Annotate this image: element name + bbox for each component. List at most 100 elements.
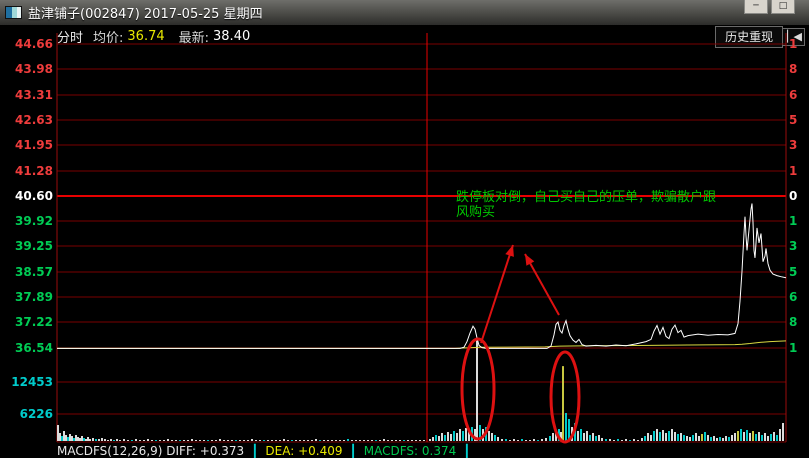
volume-bar xyxy=(656,429,658,441)
right-axis-label: 0 xyxy=(789,189,797,203)
right-axis-label: 6 xyxy=(789,290,797,304)
volume-bar xyxy=(641,438,643,441)
volume-bar xyxy=(743,432,745,441)
volume-bar xyxy=(89,439,91,441)
volume-bar xyxy=(698,436,700,441)
volume-bar xyxy=(668,431,670,441)
volume-bar xyxy=(339,440,341,441)
volume-bar xyxy=(453,431,455,441)
left-axis-label: 43.31 xyxy=(15,88,53,102)
volume-bar xyxy=(59,433,61,441)
average-price-line xyxy=(57,340,787,349)
volume-bar xyxy=(263,440,265,441)
volume-bar xyxy=(637,440,639,441)
volume-bar xyxy=(275,440,277,441)
left-axis-label: 37.89 xyxy=(15,290,53,304)
volume-bar xyxy=(647,433,649,441)
volume-bar xyxy=(291,440,293,441)
volume-bar xyxy=(98,439,100,441)
volume-bar xyxy=(764,433,766,441)
volume-bar xyxy=(75,435,77,441)
volume-bar xyxy=(65,435,67,441)
macdfs-text: MACDFS: 0.374 xyxy=(363,444,457,458)
dea-text: DEA: +0.409 xyxy=(265,444,343,458)
volume-bar xyxy=(151,440,153,441)
volume-bar xyxy=(513,439,515,441)
volume-bar xyxy=(509,440,511,441)
left-axis-label: 41.28 xyxy=(15,164,53,178)
volume-bar xyxy=(671,429,673,441)
timeshare-chart[interactable]: 44.66 43.98 43.31 42.63 41.95 41.28 40.60 39.92… xyxy=(0,0,809,454)
left-axis-label: 37.22 xyxy=(15,315,53,329)
volume-bar xyxy=(327,440,329,441)
volume-bar xyxy=(347,439,349,441)
volume-bar xyxy=(267,440,269,441)
volume-bar xyxy=(710,437,712,441)
volume-bar xyxy=(419,440,421,441)
volume-bar xyxy=(307,440,309,441)
right-axis-label: 6 xyxy=(789,88,797,102)
volume-bar xyxy=(737,431,739,441)
volume-bar xyxy=(692,435,694,441)
volume-bar xyxy=(517,440,519,441)
left-axis-label: 41.95 xyxy=(15,138,53,152)
volume-bar xyxy=(331,440,333,441)
indicator-status-bar: MACDFS(12,26,9) DIFF: +0.373 ┃ DEA: +0.409… xyxy=(57,444,477,458)
volume-bar xyxy=(77,437,79,441)
volume-bar xyxy=(758,432,760,441)
volume-bar xyxy=(219,439,221,441)
volume-bar xyxy=(683,435,685,441)
volume-bar xyxy=(577,431,579,441)
volume-bar xyxy=(379,440,381,441)
left-axis-label: 6226 xyxy=(20,407,53,421)
volume-bar xyxy=(303,440,305,441)
annotation-line-1: 跌停板对倒，自己买自己的压单，欺骗散户跟 xyxy=(456,190,717,205)
volume-bar xyxy=(57,425,59,441)
left-axis-label: 39.25 xyxy=(15,239,53,253)
left-axis-label: 40.60 xyxy=(15,189,53,203)
left-axis-label: 43.98 xyxy=(15,62,53,76)
volume-bar xyxy=(299,440,301,441)
volume-bar xyxy=(411,440,413,441)
volume-bar xyxy=(749,433,751,441)
volume-bar xyxy=(319,440,321,441)
volume-bar xyxy=(73,438,75,441)
app-window: { "window": { "title": "盐津铺子(002847) 201… xyxy=(0,0,809,458)
volume-bar xyxy=(755,434,757,441)
volume-bar xyxy=(155,440,157,441)
volume-bar xyxy=(659,432,661,441)
left-axis-label: 39.92 xyxy=(15,214,53,228)
volume-bar xyxy=(107,440,109,441)
right-axis-label: 3 xyxy=(789,138,797,152)
volume-bar xyxy=(677,434,679,441)
right-axis-label: 3 xyxy=(789,239,797,253)
volume-bar xyxy=(529,440,531,441)
volume-bar xyxy=(227,440,229,441)
volume-bar xyxy=(283,439,285,441)
volume-bar xyxy=(494,435,496,441)
volume-bar xyxy=(271,440,273,441)
volume-bar xyxy=(541,439,543,441)
right-axis-label: 1 xyxy=(789,37,797,51)
volume-bar xyxy=(223,440,225,441)
volume-bar xyxy=(707,435,709,441)
volume-bar xyxy=(686,436,688,441)
volume-bar xyxy=(719,437,721,441)
left-axis-label: 12453 xyxy=(11,375,53,389)
volume-bar xyxy=(695,433,697,441)
volume-bar xyxy=(63,431,65,441)
volume-bar xyxy=(135,439,137,441)
annotation-text: 跌停板对倒，自己买自己的压单，欺骗散户跟 风购买 xyxy=(456,190,716,220)
volume-bar xyxy=(95,439,97,441)
volume-bar xyxy=(435,435,437,441)
volume-bar xyxy=(450,434,452,441)
volume-bar xyxy=(782,423,784,441)
volume-bar xyxy=(734,433,736,441)
volume-bar xyxy=(191,439,193,441)
volume-bar xyxy=(171,440,173,441)
right-axis-label: 5 xyxy=(789,113,797,127)
right-axis-label: 8 xyxy=(789,62,797,76)
volume-bar xyxy=(87,437,89,441)
volume-bar xyxy=(650,435,652,441)
volume-bar xyxy=(131,440,133,441)
